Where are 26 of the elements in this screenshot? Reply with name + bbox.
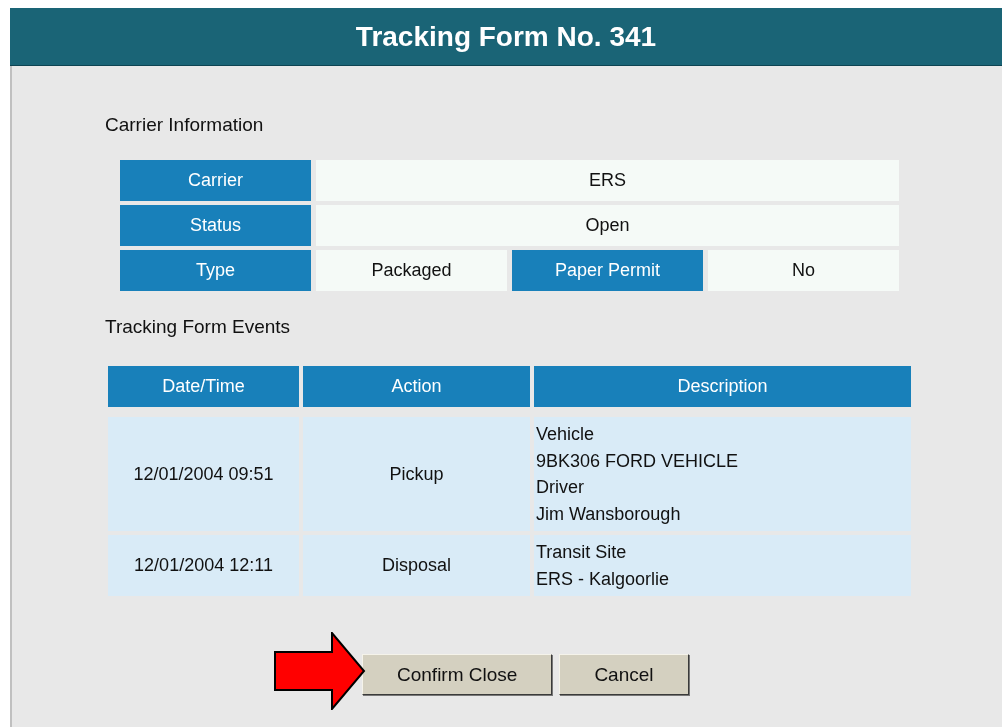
description-line: ERS - Kalgoorlie	[536, 567, 670, 591]
table-cell: 12/01/2004 09:51	[108, 417, 299, 531]
field-label: Paper Permit	[512, 250, 703, 291]
description-line: 9BK306 FORD VEHICLE	[536, 449, 739, 473]
description-line: Vehicle	[536, 423, 595, 446]
field-value: Open	[316, 205, 899, 246]
description-line: Transit Site	[536, 541, 627, 564]
description-line: Driver	[536, 476, 584, 499]
field-value: No	[708, 250, 899, 291]
confirm-button[interactable]: Confirm Close	[362, 654, 553, 695]
table-cell: Pickup	[303, 417, 530, 531]
table-cell: Disposal	[303, 535, 530, 596]
field-value: Packaged	[316, 250, 507, 291]
section-title: Carrier Information	[105, 114, 265, 136]
description-line: Jim Wansborough	[536, 502, 681, 526]
form-title: Tracking Form No. 341	[355, 20, 657, 53]
field-label: Type	[120, 250, 311, 291]
field-label: Status	[120, 205, 311, 246]
cancel-button[interactable]: Cancel	[559, 654, 689, 695]
column-header: Action	[303, 366, 530, 407]
column-header: Date/Time	[108, 366, 299, 407]
field-value: ERS	[316, 160, 899, 201]
field-label: Carrier	[120, 160, 311, 201]
table-cell: 12/01/2004 12:11	[108, 535, 299, 596]
section-title: Tracking Form Events	[105, 316, 292, 338]
column-header: Description	[534, 366, 911, 407]
